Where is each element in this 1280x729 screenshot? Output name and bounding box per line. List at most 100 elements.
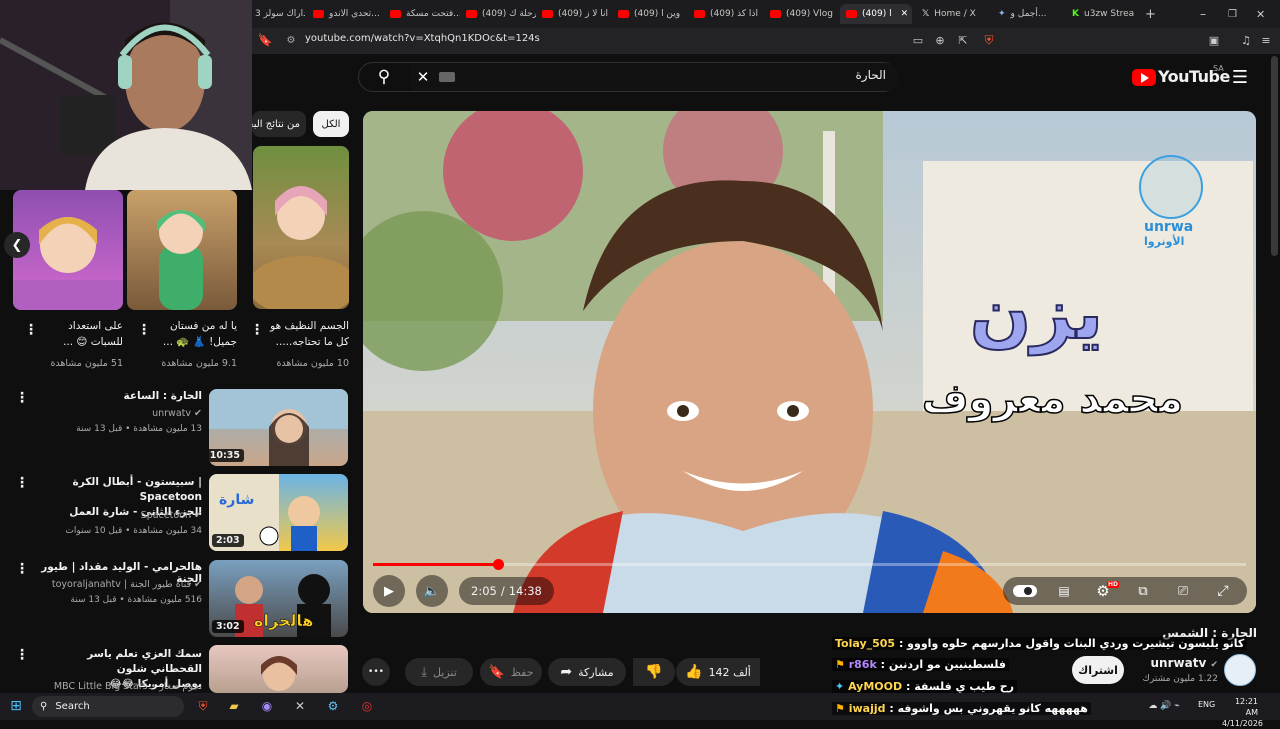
shelf-title[interactable]: الجسم النظيف هو كل ما تحتاجه..... xyxy=(262,318,349,350)
shelf-title[interactable]: يا له من فستان جميل! 👗 🐢 ... xyxy=(152,318,237,350)
brave-app-icon[interactable]: ⛨ xyxy=(194,697,212,715)
save-button[interactable]: 🔖 حفظ xyxy=(480,658,542,686)
shelf-views: 10 مليون مشاهدة xyxy=(276,358,349,369)
related-title[interactable]: الحارة : الساعة xyxy=(40,390,202,402)
dislike-button[interactable]: 👎 xyxy=(633,658,675,686)
obs-app-icon[interactable]: ◎ xyxy=(358,697,376,715)
unrwa-logo-icon xyxy=(1139,155,1203,219)
shelf-thumbnail[interactable] xyxy=(13,190,123,310)
related-channel[interactable]: toyoraljanahtv | قناة طيور الجنة ✔ xyxy=(40,579,202,590)
channel-avatar[interactable] xyxy=(1224,654,1256,686)
browser-tab[interactable]: (409) رحلة ك xyxy=(466,4,536,24)
browser-tab[interactable]: داراك سولز 3 xyxy=(255,4,305,24)
region-code: SA xyxy=(1213,64,1224,73)
more-options-icon[interactable]: ⋮ xyxy=(137,322,151,338)
media-icon[interactable]: ♫ xyxy=(1238,33,1254,47)
sidebar-icon[interactable]: ▣ xyxy=(1206,33,1222,47)
share-button[interactable]: ➦ مشاركة xyxy=(548,658,626,686)
youtube-favicon-icon xyxy=(618,10,629,18)
shelf-thumbnail[interactable] xyxy=(253,146,349,309)
chat-username: Tolay_505 xyxy=(835,637,896,650)
kick-logo-icon: K xyxy=(1072,9,1079,19)
browser-tab[interactable]: فتحت مسكة... xyxy=(390,4,460,24)
related-channel[interactable]: unrwatv ✔ xyxy=(40,408,202,419)
volume-button[interactable]: 🔈 xyxy=(416,575,448,607)
new-tab-button[interactable]: + xyxy=(1145,4,1159,24)
screen-icon[interactable]: ▭ xyxy=(910,33,926,47)
related-thumbnail[interactable] xyxy=(209,645,348,693)
maximize-button[interactable]: ❐ xyxy=(1228,4,1242,24)
menu-icon[interactable]: ≡ xyxy=(1258,33,1274,47)
shelf-title[interactable]: على استعداد للسبات 😊 ... xyxy=(40,318,123,350)
browser-tab[interactable]: تحدي الاندو... xyxy=(313,4,383,24)
progress-bar[interactable] xyxy=(373,559,1246,570)
related-thumbnail[interactable]: هالحراه 3:02 xyxy=(209,560,348,637)
shelf-previous-button[interactable]: ❮ xyxy=(4,232,30,258)
chip-all[interactable]: الكل xyxy=(313,111,349,137)
more-options-icon[interactable]: ⋮ xyxy=(15,390,29,406)
search-icon[interactable]: ⚲ xyxy=(372,66,396,88)
youtube-logo-icon[interactable] xyxy=(1132,69,1156,86)
related-thumbnail[interactable]: شارة 2:03 xyxy=(209,474,348,551)
keyboard-icon[interactable] xyxy=(439,72,455,82)
browser-tab[interactable]: (409) وين ا xyxy=(618,4,688,24)
page-scrollbar[interactable] xyxy=(1271,56,1278,256)
chat-badge-icon: ✦ xyxy=(835,680,845,693)
cast-icon[interactable]: ⎚ xyxy=(1172,581,1194,601)
related-channel[interactable]: Spacetoon ✔ xyxy=(40,510,202,521)
discord-app-icon[interactable]: ◉ xyxy=(258,697,276,715)
play-button[interactable]: ▶ xyxy=(373,575,405,607)
windows-start-icon[interactable]: ⊞ xyxy=(8,698,24,714)
related-thumbnail[interactable]: 10:35 xyxy=(209,389,348,466)
hamburger-menu-icon[interactable]: ☰ xyxy=(1230,67,1250,88)
video-player[interactable]: unrwa الأونروا يزن محمد معروف ▶ 🔈 2:05/1… xyxy=(363,111,1256,613)
taskbar-search[interactable]: ⚲ Search xyxy=(32,696,184,717)
fullscreen-icon[interactable]: ⤢ xyxy=(1212,581,1234,601)
app-icon[interactable]: ✕ xyxy=(291,697,309,715)
search-input[interactable]: الحارة xyxy=(700,68,886,82)
language-indicator[interactable]: ENG xyxy=(1198,700,1215,709)
chat-badge-icon: ⚑ xyxy=(835,658,845,671)
browser-tab[interactable]: (409) اذا كذ xyxy=(694,4,764,24)
zoom-icon[interactable]: ⊕ xyxy=(932,33,948,47)
more-options-icon[interactable]: ⋮ xyxy=(24,322,38,338)
clock[interactable]: 12:21 AM 4/11/2026 xyxy=(1222,696,1263,729)
steam-app-icon[interactable]: ⚙ xyxy=(324,697,342,715)
youtube-favicon-icon xyxy=(466,10,477,18)
subscribe-button[interactable]: اشتراك xyxy=(1072,656,1124,684)
more-options-icon[interactable]: ⋮ xyxy=(250,322,264,338)
browser-tab[interactable]: (409) Vlog : xyxy=(770,4,836,24)
related-channel[interactable]: MBC Little Big Stars • نجوم صغار xyxy=(40,681,202,692)
more-options-icon[interactable]: ⋮ xyxy=(15,475,29,491)
chip-from-search[interactable]: من نتائج البحث xyxy=(252,111,306,137)
close-window-button[interactable]: ✕ xyxy=(1256,4,1270,24)
more-actions-button[interactable]: ••• xyxy=(362,658,390,686)
autoplay-toggle[interactable] xyxy=(1013,585,1037,597)
shelf-thumbnail[interactable] xyxy=(127,190,237,310)
browser-tab-active[interactable]: (409) ا ✕ xyxy=(840,4,912,24)
system-tray-icons[interactable]: ☁ 🔊 ⌁ xyxy=(1134,697,1194,715)
download-button[interactable]: ⤓ تنزيل xyxy=(405,658,473,686)
gemini-icon: ✦ xyxy=(998,9,1006,19)
bookmark-icon[interactable]: 🔖 xyxy=(257,32,273,48)
browser-tab[interactable]: 𝕏 Home / X xyxy=(922,4,992,24)
minimize-button[interactable]: – xyxy=(1200,4,1214,24)
browser-tab[interactable]: (409) انا لا ز xyxy=(542,4,612,24)
browser-tab[interactable]: ✦ أجمل و... xyxy=(998,4,1064,24)
file-explorer-icon[interactable]: ▰ xyxy=(225,697,243,715)
progress-scrubber[interactable] xyxy=(492,559,504,570)
close-tab-icon[interactable]: ✕ xyxy=(901,9,909,19)
more-options-icon[interactable]: ⋮ xyxy=(15,647,29,663)
brave-shield-icon[interactable]: ⛨ xyxy=(981,32,997,48)
clear-search-icon[interactable]: ✕ xyxy=(414,67,432,87)
url-field[interactable]: youtube.com/watch?v=XtqhQn1KDOc&t=124s xyxy=(305,33,540,44)
share-icon[interactable]: ⇱ xyxy=(955,33,971,47)
browser-tab[interactable]: Ku3zw Strea xyxy=(1072,4,1140,24)
miniplayer-icon[interactable]: ⧉ xyxy=(1132,581,1154,601)
site-info-icon[interactable]: ⚙ xyxy=(283,32,299,48)
more-options-icon[interactable]: ⋮ xyxy=(15,561,29,577)
video-overlay-subtitle: محمد معروف xyxy=(921,375,1184,423)
channel-name[interactable]: unrwatv ✔ xyxy=(1140,656,1218,670)
like-button[interactable]: 👍 142 ألف xyxy=(676,658,760,686)
subtitles-icon[interactable]: ▤ xyxy=(1053,581,1075,601)
